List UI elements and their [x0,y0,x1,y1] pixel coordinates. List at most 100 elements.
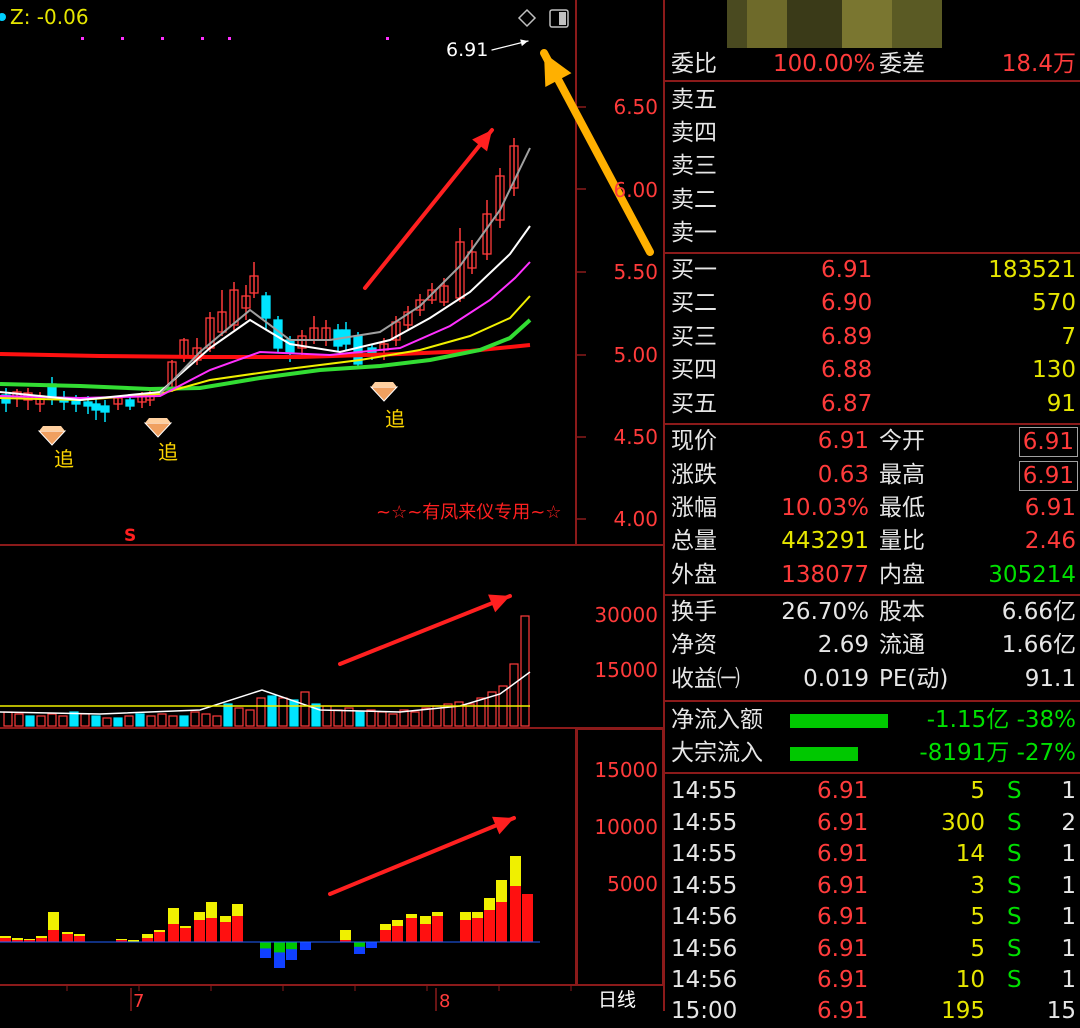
volume-bar [157,713,167,727]
fundamental-row: 净资 2.69 流通 1.66亿 [671,632,1076,658]
volume-bar [36,715,46,727]
flow-bar-positive [496,902,507,942]
bid-volume: 183521 [988,257,1076,283]
stat-row: 涨幅 10.03% 最低 6.91 [665,492,1080,525]
flow-bar-positive [340,930,351,940]
marker-dot [121,37,124,40]
signal-label: 追 [158,440,178,464]
panel-toggle-icon[interactable] [549,9,569,28]
price-tick: 6.00 [613,178,658,202]
flow-bar-positive [168,908,179,924]
total-volume: 443291 [781,528,869,554]
flow-bar-negative [260,942,271,949]
signal-gem-icon [369,386,399,402]
candle-body [83,401,93,407]
chart-grid [0,0,665,1011]
flow-bar-positive [62,934,73,942]
volume-bar [410,711,420,727]
flow-bar-positive [484,898,495,910]
volume-bar [223,703,233,727]
volume-bar [322,705,332,727]
bid-price: 6.90 [821,290,873,316]
change-value: 0.63 [817,462,869,488]
flow-bar-positive [12,938,23,940]
flow-bar-negative [300,942,311,950]
volume-ratio: 2.46 [1024,528,1076,554]
bid-row[interactable]: 买一 6.91 183521 [665,254,1080,287]
weibi-label: 委比 [671,51,717,77]
marker-dot [386,37,389,40]
volume-bar [91,715,101,727]
bid-row[interactable]: 买五 6.87 91 [665,388,1080,421]
low-price: 6.91 [1024,495,1076,521]
flow-bar-positive [206,902,217,918]
ask-row[interactable]: 卖四 [665,117,1080,150]
volume-bar [58,715,68,727]
volume-bar [245,709,255,727]
flow-value: -1.15亿 -38% [926,707,1076,733]
volume-bar [102,717,112,727]
quote-panel: 委比 100.00% 委差 18.4万 卖五 卖四 卖三 卖二 卖一 买一 6.… [665,0,1080,1024]
diamond-icon[interactable] [517,8,537,28]
bid-row[interactable]: 买四 6.88 130 [665,354,1080,387]
signal-gem-icon [39,426,65,431]
chart-area[interactable]: 追追追 Z: -0.06 6.91 6.50 6.00 5.50 5.00 4.… [0,0,665,1011]
period-label[interactable]: 日线 [598,989,636,1011]
ask-row[interactable]: 卖一 [665,217,1080,250]
signal-markers: 追追追 [37,382,405,471]
bid-volume: 7 [1061,324,1076,350]
marker-dot [228,37,231,40]
bid-row[interactable]: 买三 6.89 7 [665,321,1080,354]
price-tick: 4.00 [613,507,658,531]
stat-row: 现价 6.91 今开 6.91 [665,425,1080,458]
flow-bar-positive [220,922,231,942]
volume-bar [509,663,519,727]
flow-bar-positive [420,924,431,942]
flow-bar-positive [154,932,165,942]
flow-bar-positive [48,912,59,930]
flow-bar-positive [420,916,431,924]
money-flow-bars [0,856,540,968]
flow-bar-positive [432,912,443,916]
bid-row[interactable]: 买二 6.90 570 [665,287,1080,320]
x-label-month: 8 [439,991,450,1011]
volume-bar [256,697,266,727]
tick-row: 14:55 6.91 14 S 1 [671,841,1076,867]
ask-row[interactable]: 卖三 [665,150,1080,183]
tick-row: 14:56 6.91 10 S 1 [671,967,1076,993]
flow-bar-positive [380,930,391,942]
ask-row[interactable]: 卖五 [665,84,1080,117]
tick-row: 14:56 6.91 5 S 1 [671,936,1076,962]
z-value: Z: -0.06 [10,5,89,29]
volume-bar [388,713,398,727]
trend-arrow [540,49,654,256]
moving-average-lines [0,147,532,402]
tick-row: 14:55 6.91 3 S 1 [671,873,1076,899]
candle-body [91,403,101,411]
volume-bar [289,699,299,727]
flow-bar-positive [36,936,47,938]
x-label-month: 7 [133,991,144,1011]
flow-row: 净流入额 -1.15亿 -38% [665,704,1080,737]
flow-bar-positive [194,912,205,920]
volume-bar [520,615,530,727]
tick-row: 14:56 6.91 5 S 1 [671,904,1076,930]
bid-volume: 130 [1032,357,1076,383]
volume-bar [14,713,24,727]
weibi-row: 委比 100.00% 委差 18.4万 [665,48,1080,81]
indicator-dot-icon [0,13,6,21]
volume-bar [168,715,178,727]
bid-volume: 91 [1046,391,1076,417]
flow-tick: 10000 [594,815,658,839]
flow-bar-positive [392,920,403,926]
flow-bar-negative [366,942,377,948]
flow-bar-positive [510,886,521,942]
flow-bar-positive [194,920,205,942]
flow-bar-positive [154,930,165,932]
flow-bar-positive [510,856,521,886]
volume-bar [113,717,123,727]
stat-row: 外盘 138077 内盘 305214 [665,559,1080,592]
ask-row[interactable]: 卖二 [665,184,1080,217]
high-price: 6.91 [1018,461,1078,491]
tick-row: 14:55 6.91 300 S 2 [671,810,1076,836]
